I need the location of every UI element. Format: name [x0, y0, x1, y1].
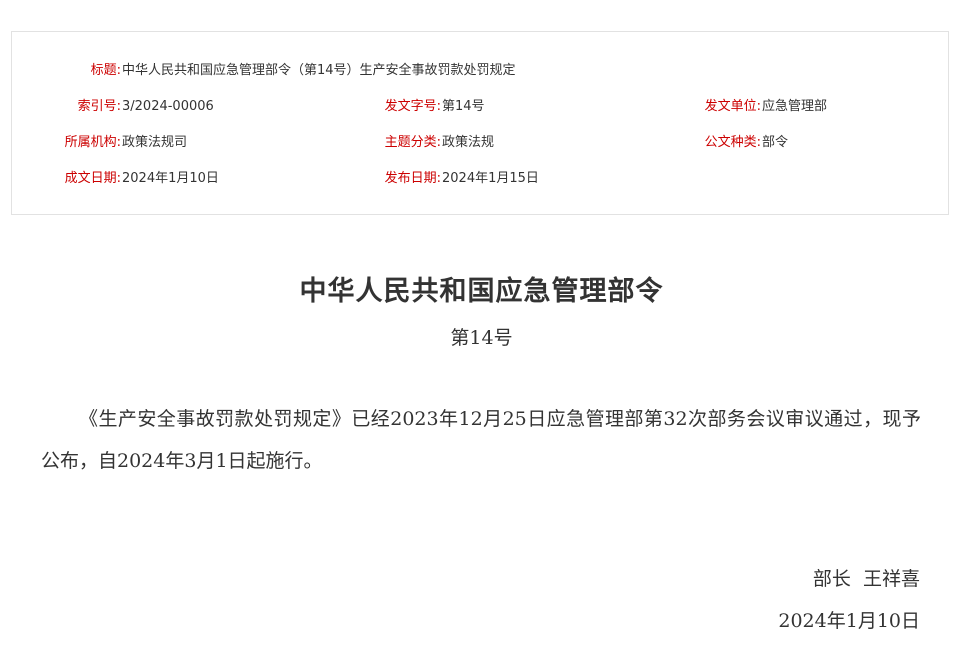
meta-agency-label: 所属机构:	[64, 135, 121, 150]
meta-title-label: 标题:	[90, 63, 121, 78]
meta-written-date-value: 2024年1月10日	[122, 171, 219, 186]
meta-issuer-label: 发文单位:	[704, 99, 761, 114]
meta-title-value: 中华人民共和国应急管理部令（第14号）生产安全事故罚款处罚规定	[122, 63, 516, 78]
document-signer: 部长 王祥喜	[812, 568, 920, 590]
meta-doc-type-value: 部令	[762, 135, 789, 150]
document-title: 中华人民共和国应急管理部令	[299, 276, 664, 307]
meta-row-4: 成文日期: 2024年1月10日 发布日期: 2024年1月15日	[12, 169, 948, 189]
meta-doc-no-value: 第14号	[442, 99, 485, 114]
meta-publish-date-value: 2024年1月15日	[442, 171, 539, 186]
document-metadata-panel: 标题: 中华人民共和国应急管理部令（第14号）生产安全事故罚款处罚规定 索引号:…	[11, 31, 949, 215]
meta-agency-value: 政策法规司	[122, 135, 188, 150]
document-body-paragraph: 《生产安全事故罚款处罚规定》已经2023年12月25日应急管理部第32次部务会议…	[41, 408, 921, 472]
meta-doc-no-label: 发文字号:	[384, 99, 441, 114]
meta-row-3: 所属机构: 政策法规司 主题分类: 政策法规 公文种类: 部令	[12, 133, 948, 153]
document-number: 第14号	[450, 327, 513, 349]
meta-issuer-value: 应急管理部	[762, 99, 828, 114]
meta-category-label: 主题分类:	[384, 135, 441, 150]
meta-index-no-value: 3/2024-00006	[122, 99, 214, 114]
meta-row-2: 索引号: 3/2024-00006 发文字号: 第14号 发文单位: 应急管理部	[12, 97, 948, 117]
document-sign-date: 2024年1月10日	[778, 610, 920, 632]
meta-publish-date-label: 发布日期:	[384, 171, 441, 186]
meta-category-value: 政策法规	[442, 135, 495, 150]
meta-written-date-label: 成文日期:	[64, 171, 121, 186]
meta-index-no-label: 索引号:	[77, 99, 121, 114]
meta-doc-type-label: 公文种类:	[704, 135, 761, 150]
meta-row-title: 标题: 中华人民共和国应急管理部令（第14号）生产安全事故罚款处罚规定	[12, 61, 948, 81]
